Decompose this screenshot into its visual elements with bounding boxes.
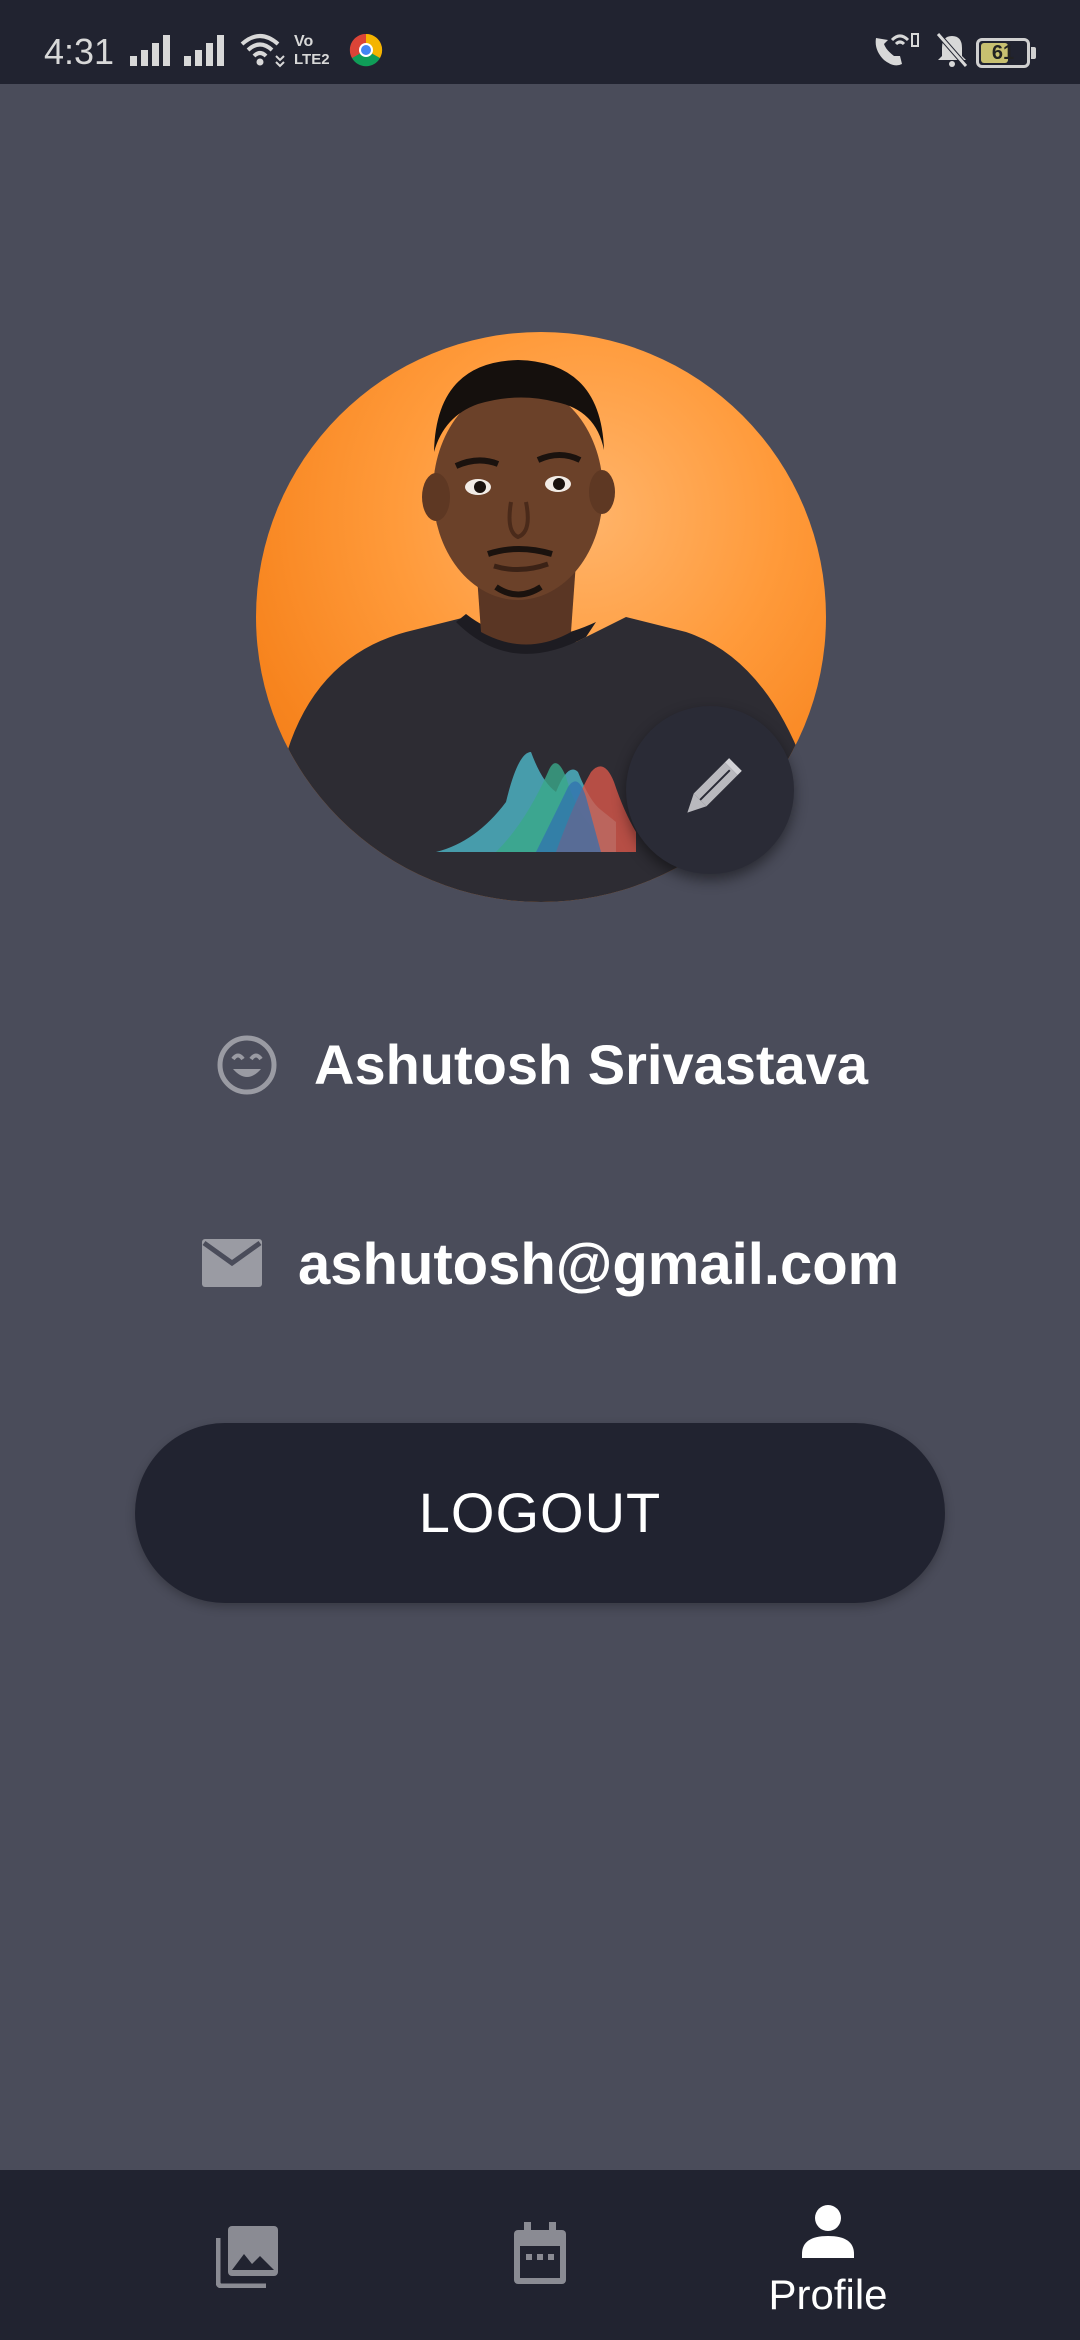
svg-text:Vo: Vo xyxy=(294,33,313,50)
wifi-calling-icon xyxy=(875,33,919,66)
pencil-icon xyxy=(687,758,742,813)
logout-button[interactable]: LOGOUT xyxy=(135,1423,945,1603)
profile-name: Ashutosh Srivastava xyxy=(314,1033,868,1096)
edit-avatar-button[interactable] xyxy=(626,706,794,874)
bottom-navigation: Profile xyxy=(0,2170,1080,2340)
chrome-icon xyxy=(349,33,383,67)
battery-level: 61 xyxy=(991,42,1015,64)
profile-email: ashutosh@gmail.com xyxy=(298,1232,900,1297)
status-bar: 4:31 Vo LTE2 61 xyxy=(0,0,1080,84)
email-row: ashutosh@gmail.com xyxy=(0,1215,1080,1315)
gallery-icon xyxy=(216,2226,278,2288)
person-icon xyxy=(802,2205,854,2258)
signal-icon xyxy=(130,35,170,66)
svg-text:LTE2: LTE2 xyxy=(294,51,330,68)
nav-item-profile-label: Profile xyxy=(768,2271,888,2318)
volte-icon: Vo LTE2 xyxy=(294,33,330,68)
signal-icon-sim2 xyxy=(184,35,224,66)
bell-muted-icon xyxy=(936,32,968,68)
nav-item-profile[interactable]: Profile xyxy=(648,2170,1008,2340)
status-time: 4:31 xyxy=(44,31,115,72)
name-row: Ashutosh Srivastava xyxy=(0,1015,1080,1115)
calendar-icon xyxy=(514,2222,566,2284)
wifi-icon xyxy=(240,34,285,68)
profile-screen: 4:31 Vo LTE2 61 Ashutosh Srivastava ashu… xyxy=(0,0,1080,2340)
mail-icon xyxy=(202,1239,262,1287)
battery-tip xyxy=(1031,47,1036,59)
smiley-icon xyxy=(217,1035,277,1095)
battery-icon: 61 xyxy=(976,38,1030,68)
